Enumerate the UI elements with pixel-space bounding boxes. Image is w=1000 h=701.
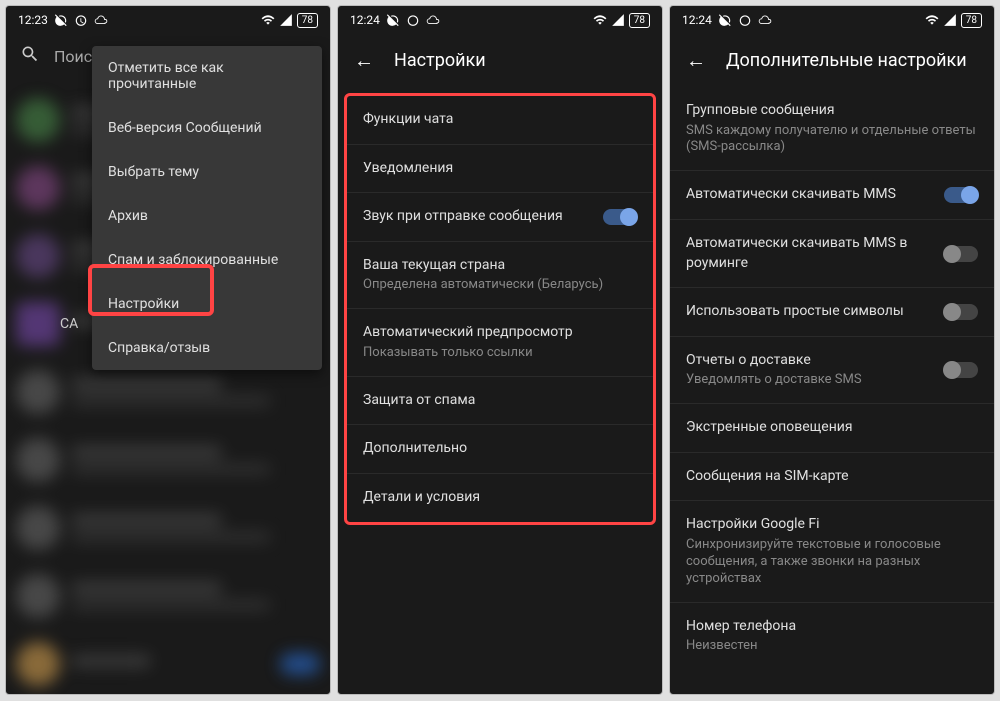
cloud-icon xyxy=(758,13,772,27)
settings-advanced[interactable]: Дополнительно xyxy=(347,425,653,474)
wifi-icon xyxy=(593,13,607,27)
alarm-off-icon xyxy=(718,13,732,27)
simple-chars-toggle[interactable] xyxy=(944,304,978,320)
signal-icon xyxy=(279,13,293,27)
settings-delivery-reports[interactable]: Отчеты о доставке Уведомлять о доставке … xyxy=(670,337,994,404)
settings-emergency-alerts[interactable]: Экстренные оповещения xyxy=(670,404,994,453)
partial-chat-text: СА xyxy=(60,316,78,332)
settings-simple-chars[interactable]: Использовать простые символы xyxy=(670,288,994,337)
settings-send-sound[interactable]: Звук при отправке сообщения xyxy=(347,193,653,242)
settings-google-fi[interactable]: Настройки Google Fi Синхронизируйте текс… xyxy=(670,501,994,602)
alarm-off-icon xyxy=(386,13,400,27)
back-arrow-icon[interactable]: ← xyxy=(686,48,706,73)
menu-spam-blocked[interactable]: Спам и заблокированные xyxy=(92,238,322,282)
settings-auto-mms-roaming[interactable]: Автоматически скачивать MMS в роуминге xyxy=(670,220,994,288)
page-title: Настройки xyxy=(394,50,486,71)
signal-icon xyxy=(943,13,957,27)
settings-chat-features[interactable]: Функции чата xyxy=(347,96,653,145)
alarm-icon xyxy=(406,13,420,27)
battery-indicator: 78 xyxy=(297,13,318,28)
status-time: 12:23 xyxy=(18,13,48,27)
alarm-off-icon xyxy=(54,13,68,27)
menu-mark-all-read[interactable]: Отметить все как прочитанные xyxy=(92,46,322,106)
battery-indicator: 78 xyxy=(961,13,982,28)
page-title: Дополнительные настройки xyxy=(726,50,967,71)
menu-web-version[interactable]: Веб-версия Сообщений xyxy=(92,106,322,150)
status-time: 12:24 xyxy=(350,13,380,27)
alarm-icon xyxy=(738,13,752,27)
menu-help-feedback[interactable]: Справка/отзыв xyxy=(92,326,322,370)
settings-list-highlighted: Функции чата Уведомления Звук при отправ… xyxy=(344,93,656,525)
menu-archive[interactable]: Архив xyxy=(92,194,322,238)
send-sound-toggle[interactable] xyxy=(603,209,637,225)
settings-group-messages[interactable]: Групповые сообщения SMS каждому получате… xyxy=(670,87,994,171)
battery-indicator: 78 xyxy=(629,13,650,28)
phone-screen-3: 12:24 78 ← Дополнительные настройки Груп… xyxy=(669,5,995,695)
status-bar: 12:24 78 xyxy=(338,6,662,34)
cloud-icon xyxy=(426,13,440,27)
settings-country[interactable]: Ваша текущая страна Определена автоматич… xyxy=(347,242,653,309)
status-bar: 12:24 78 xyxy=(670,6,994,34)
settings-auto-preview[interactable]: Автоматический предпросмотр Показывать т… xyxy=(347,309,653,376)
header: ← Настройки xyxy=(338,34,662,87)
search-icon xyxy=(20,44,40,69)
overflow-menu: Отметить все как прочитанные Веб-версия … xyxy=(92,46,322,370)
alarm-icon xyxy=(74,13,88,27)
phone-screen-2: 12:24 78 ← Настройки Функции чата Уведом… xyxy=(337,5,663,695)
menu-settings[interactable]: Настройки xyxy=(92,282,322,326)
settings-spam-protection[interactable]: Защита от спама xyxy=(347,377,653,426)
settings-sim-messages[interactable]: Сообщения на SIM-карте xyxy=(670,453,994,502)
status-time: 12:24 xyxy=(682,13,712,27)
settings-auto-mms[interactable]: Автоматически скачивать MMS xyxy=(670,171,994,220)
auto-mms-toggle[interactable] xyxy=(944,187,978,203)
back-arrow-icon[interactable]: ← xyxy=(354,48,374,73)
settings-notifications[interactable]: Уведомления xyxy=(347,145,653,194)
delivery-reports-toggle[interactable] xyxy=(944,362,978,378)
wifi-icon xyxy=(925,13,939,27)
auto-mms-roaming-toggle[interactable] xyxy=(944,246,978,262)
wifi-icon xyxy=(261,13,275,27)
cloud-icon xyxy=(94,13,108,27)
status-bar: 12:23 78 xyxy=(6,6,330,34)
advanced-settings-list: Групповые сообщения SMS каждому получате… xyxy=(670,87,994,669)
settings-phone-number[interactable]: Номер телефона Неизвестен xyxy=(670,603,994,669)
menu-choose-theme[interactable]: Выбрать тему xyxy=(92,150,322,194)
settings-details[interactable]: Детали и условия xyxy=(347,474,653,522)
header: ← Дополнительные настройки xyxy=(670,34,994,87)
signal-icon xyxy=(611,13,625,27)
search-placeholder: Поис xyxy=(54,47,92,66)
phone-screen-1: 12:23 78 Поис xyxy=(5,5,331,695)
